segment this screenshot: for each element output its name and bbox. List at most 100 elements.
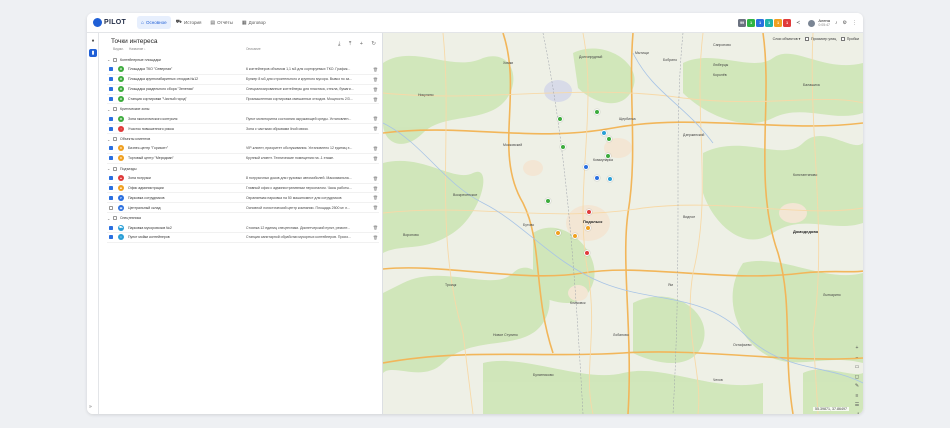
visibility-checkbox[interactable] xyxy=(109,67,113,72)
group-row[interactable]: ⌄ Объекты клиентов xyxy=(107,134,379,144)
status-badge[interactable]: 99 xyxy=(738,19,747,27)
status-badge[interactable]: 1 xyxy=(774,19,783,27)
list-icon[interactable]: ☰ xyxy=(853,402,861,412)
map-canvas[interactable] xyxy=(383,33,863,414)
poi-row[interactable]: ≈ Пункт мойки контейнеров Станция санитарн… xyxy=(107,233,379,243)
layers-icon[interactable]: ≡ xyxy=(853,393,861,403)
poi-row[interactable]: ♻ Площадка ТКО "Северная" 6 контейнеров об… xyxy=(107,65,379,75)
poi-pin-icon[interactable] xyxy=(560,144,566,150)
visibility-checkbox[interactable] xyxy=(109,195,113,200)
traffic-checkbox[interactable] xyxy=(805,37,809,41)
visibility-checkbox[interactable] xyxy=(109,87,113,92)
poi-pin-icon[interactable] xyxy=(555,230,561,236)
trash-icon[interactable]: 🗑 xyxy=(373,205,378,210)
poi-pin-icon[interactable] xyxy=(572,233,578,239)
frame-icon[interactable]: ◻ xyxy=(853,374,861,384)
share-icon[interactable]: ≺ xyxy=(796,20,800,26)
nav-item-2[interactable]: ▤ Отчёты xyxy=(206,16,236,29)
trash-icon[interactable]: 🗑 xyxy=(373,176,378,181)
poi-row[interactable]: ♻ Станция сортировки "Чистый город" Промыш… xyxy=(107,95,379,105)
visibility-checkbox[interactable] xyxy=(109,116,113,121)
poi-row[interactable]: ■ Офис администрации Главный офис с админи… xyxy=(107,184,379,194)
trash-icon[interactable]: 🗑 xyxy=(373,67,378,72)
trash-icon[interactable]: 🗑 xyxy=(373,186,378,191)
group-checkbox[interactable] xyxy=(113,107,117,112)
poi-row[interactable]: P Парковка сотрудников Охраняемая парковка… xyxy=(107,193,379,204)
fullscreen-icon[interactable]: ⤢ xyxy=(853,412,861,415)
poi-pin-icon[interactable] xyxy=(557,116,563,122)
poi-pin-icon[interactable] xyxy=(594,109,600,115)
status-badge[interactable]: 1 xyxy=(783,19,792,27)
trash-icon[interactable]: 🗑 xyxy=(373,235,378,240)
poi-pin-icon[interactable] xyxy=(607,176,613,182)
trash-icon[interactable]: 🗑 xyxy=(373,126,378,131)
poi-row[interactable]: ▣ Центральный склад Основной логистический… xyxy=(107,203,379,214)
more-icon[interactable]: ⋮ xyxy=(852,20,857,26)
trash-icon[interactable]: 🗑 xyxy=(373,116,378,121)
poi-pin-icon[interactable] xyxy=(545,198,551,204)
bookmark-icon[interactable]: ▮ xyxy=(89,49,97,57)
visibility-checkbox[interactable] xyxy=(109,235,113,240)
visibility-checkbox[interactable] xyxy=(109,97,113,101)
status-badge[interactable]: 1 xyxy=(765,19,774,27)
status-badge[interactable]: 1 xyxy=(756,19,765,27)
expand-icon[interactable]: » xyxy=(89,404,92,410)
trash-icon[interactable]: 🗑 xyxy=(373,225,378,230)
nav-item-3[interactable]: ▦ Договор xyxy=(238,16,270,29)
nav-item-1[interactable]: ⛟ История xyxy=(172,16,206,29)
poi-pin-icon[interactable] xyxy=(605,153,611,159)
trash-icon[interactable]: 🗑 xyxy=(373,97,378,102)
group-checkbox[interactable] xyxy=(113,137,117,142)
column-visible[interactable]: Видим. xyxy=(113,47,124,51)
trash-icon[interactable]: 🗑 xyxy=(373,87,378,92)
group-row[interactable]: ⌄ Контейнерные площадки xyxy=(107,55,379,65)
poi-row[interactable]: ★ Торговый центр "Меридиан" Крупный клиент… xyxy=(107,154,379,164)
location-pin-icon[interactable]: ● xyxy=(89,37,97,45)
poi-pin-icon[interactable] xyxy=(583,164,589,170)
jams-toggle[interactable]: Пробки xyxy=(841,37,859,41)
trash-icon[interactable]: 🗑 xyxy=(373,195,378,200)
group-row[interactable]: ⌄ Подъезды xyxy=(107,164,379,174)
status-badge[interactable]: 1 xyxy=(747,19,756,27)
pencil-icon[interactable]: ✎ xyxy=(853,383,861,393)
zoom-in-icon[interactable]: + xyxy=(853,345,861,355)
poi-pin-icon[interactable] xyxy=(585,225,591,231)
poi-pin-icon[interactable] xyxy=(594,175,600,181)
group-checkbox[interactable] xyxy=(113,166,117,171)
poi-row[interactable]: ✚ Зона экологического контроля Пункт монит… xyxy=(107,114,379,125)
group-row[interactable]: ⌄ Спецтехника xyxy=(107,213,379,223)
group-checkbox[interactable] xyxy=(113,216,117,221)
traffic-toggle[interactable]: Просмотр улиц xyxy=(805,37,836,41)
bell-icon[interactable]: ♪ xyxy=(835,20,838,26)
visibility-checkbox[interactable] xyxy=(109,146,113,151)
visibility-checkbox[interactable] xyxy=(109,225,113,230)
poi-row[interactable]: ♻ Площадка крупногабаритных отходов №12 Бу… xyxy=(107,75,379,85)
trash-icon[interactable]: 🗑 xyxy=(373,156,378,161)
poi-pin-icon[interactable] xyxy=(584,250,590,256)
nav-item-0[interactable]: ⌂ Основное xyxy=(137,16,171,29)
poi-row[interactable]: ★ Бизнес-центр "Горизонт" VIP-клиент, прио… xyxy=(107,144,379,154)
map-view[interactable]: Долгопрудный Мытищи Химки Балашиха Королёв Ще… xyxy=(383,33,863,414)
visibility-checkbox[interactable] xyxy=(109,126,113,131)
poi-pin-icon[interactable] xyxy=(606,136,612,142)
poi-row[interactable]: ⛟ Парковка мусоровозов №2 Стоянка 12 едини… xyxy=(107,223,379,234)
trash-icon[interactable]: 🗑 xyxy=(373,146,378,151)
print-icon[interactable]: ▭ xyxy=(853,364,861,374)
visibility-checkbox[interactable] xyxy=(109,156,113,161)
jams-checkbox[interactable] xyxy=(841,37,845,41)
column-name[interactable]: Название ↓ xyxy=(129,47,146,51)
group-checkbox[interactable] xyxy=(113,57,117,62)
logo[interactable]: PILOT xyxy=(93,18,133,27)
gear-icon[interactable]: ⚙ xyxy=(843,20,847,26)
trash-icon[interactable]: 🗑 xyxy=(373,77,378,82)
visibility-checkbox[interactable] xyxy=(109,77,113,82)
visibility-checkbox[interactable] xyxy=(109,186,113,191)
group-row[interactable]: ⌄ Критические зоны xyxy=(107,104,379,114)
poi-row[interactable]: ▲ Зона погрузки 8 погрузочных доков для гр… xyxy=(107,174,379,184)
visibility-checkbox[interactable] xyxy=(109,205,113,210)
user-menu[interactable]: Алена 0:05:47 xyxy=(808,18,830,28)
poi-row[interactable]: ! Участок повышенного риска Зона с частыми… xyxy=(107,124,379,135)
poi-pin-icon[interactable] xyxy=(586,209,592,215)
poi-row[interactable]: ♻ Площадка раздельного сбора "Зеленая" Спе… xyxy=(107,85,379,95)
poi-pin-icon[interactable] xyxy=(601,130,607,136)
